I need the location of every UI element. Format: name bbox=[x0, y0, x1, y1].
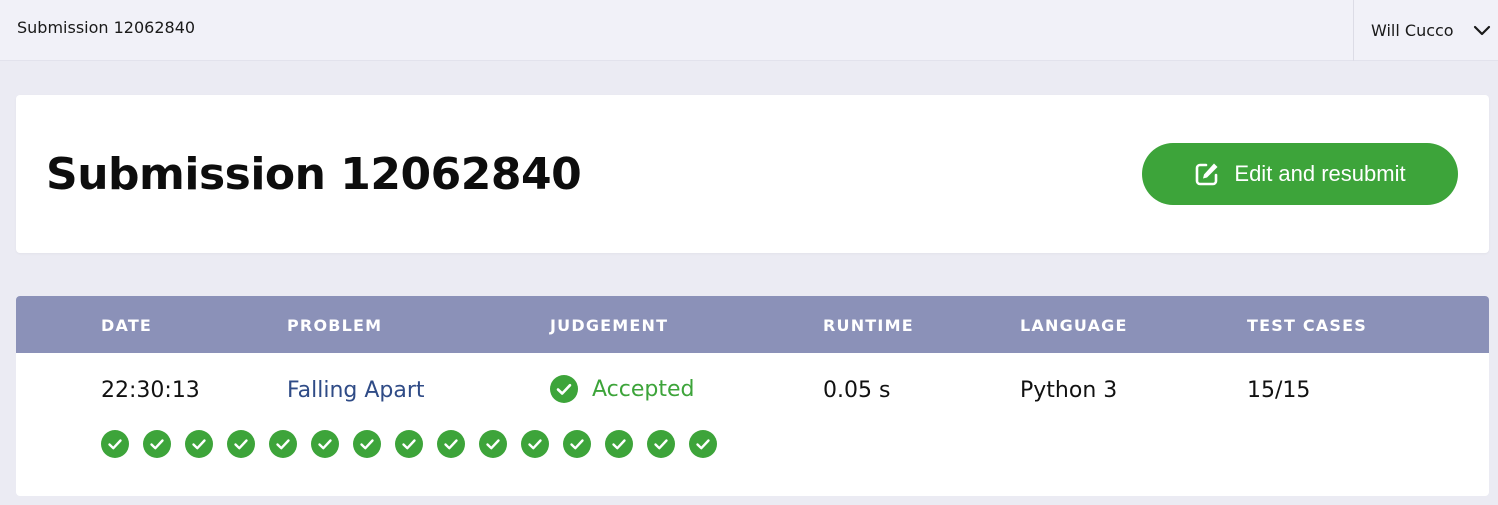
cell-judgement: Accepted bbox=[550, 375, 694, 403]
top-bar: Submission 12062840 Will Cucco bbox=[0, 0, 1498, 61]
submission-header-card: Submission 12062840 Edit and resubmit bbox=[16, 95, 1489, 253]
cell-language: Python 3 bbox=[1020, 378, 1118, 403]
column-header-problem: PROBLEM bbox=[287, 316, 383, 335]
test-case-check-icon[interactable] bbox=[269, 430, 297, 458]
test-case-check-icon[interactable] bbox=[395, 430, 423, 458]
column-header-judgement: JUDGEMENT bbox=[550, 316, 669, 335]
cell-test-cases: 15/15 bbox=[1247, 378, 1311, 403]
check-circle-icon bbox=[550, 375, 578, 403]
column-header-date: DATE bbox=[101, 316, 153, 335]
page-title: Submission 12062840 bbox=[46, 149, 582, 200]
test-case-check-icon[interactable] bbox=[479, 430, 507, 458]
test-case-check-icon[interactable] bbox=[605, 430, 633, 458]
column-header-language: LANGUAGE bbox=[1020, 316, 1128, 335]
user-name: Will Cucco bbox=[1371, 21, 1454, 40]
test-case-check-icon[interactable] bbox=[563, 430, 591, 458]
test-case-check-icon[interactable] bbox=[311, 430, 339, 458]
test-case-check-icon[interactable] bbox=[185, 430, 213, 458]
judgement-label: Accepted bbox=[592, 376, 695, 402]
column-header-runtime: RUNTIME bbox=[823, 316, 914, 335]
resubmit-label: Edit and resubmit bbox=[1234, 161, 1406, 186]
user-menu[interactable]: Will Cucco bbox=[1353, 0, 1498, 61]
test-case-check-icon[interactable] bbox=[227, 430, 255, 458]
table-header: DATE PROBLEM JUDGEMENT RUNTIME LANGUAGE … bbox=[16, 296, 1489, 353]
column-header-test-cases: TEST CASES bbox=[1247, 316, 1367, 335]
test-case-results bbox=[101, 430, 731, 458]
test-case-check-icon[interactable] bbox=[143, 430, 171, 458]
test-case-check-icon[interactable] bbox=[689, 430, 717, 458]
test-case-check-icon[interactable] bbox=[437, 430, 465, 458]
test-case-check-icon[interactable] bbox=[647, 430, 675, 458]
chevron-down-icon bbox=[1473, 25, 1491, 36]
test-case-check-icon[interactable] bbox=[101, 430, 129, 458]
cell-runtime: 0.05 s bbox=[823, 378, 891, 403]
test-case-check-icon[interactable] bbox=[521, 430, 549, 458]
submission-table: DATE PROBLEM JUDGEMENT RUNTIME LANGUAGE … bbox=[16, 296, 1489, 496]
edit-icon bbox=[1196, 163, 1218, 186]
topbar-title: Submission 12062840 bbox=[17, 18, 196, 37]
edit-and-resubmit-button[interactable]: Edit and resubmit bbox=[1142, 143, 1458, 205]
cell-date: 22:30:13 bbox=[101, 378, 200, 403]
test-case-check-icon[interactable] bbox=[353, 430, 381, 458]
problem-link[interactable]: Falling Apart bbox=[287, 378, 425, 403]
